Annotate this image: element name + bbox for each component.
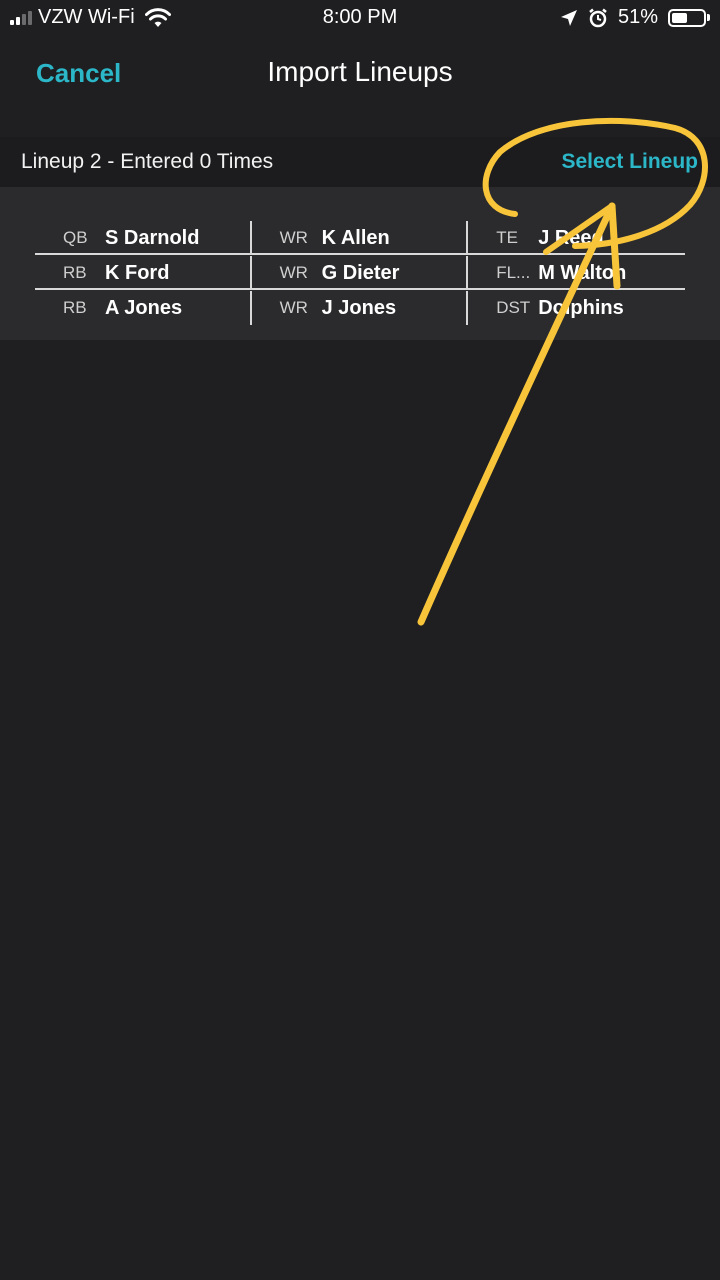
battery-fill <box>672 12 688 23</box>
status-right: 51% <box>560 6 710 29</box>
player-position: QB <box>63 228 88 247</box>
battery-icon <box>668 8 710 27</box>
player-position: RB <box>63 263 87 282</box>
player-position: WR <box>279 298 308 317</box>
lineup-row: QB S Darnold WR K Allen TE J Reed <box>35 221 685 255</box>
player-name: G Dieter <box>321 261 400 284</box>
player-cell: QB S Darnold <box>35 221 252 255</box>
player-name: S Darnold <box>105 226 200 249</box>
player-position: RB <box>63 298 87 317</box>
lineup-card[interactable]: QB S Darnold WR K Allen TE J Reed RB K F… <box>0 187 720 340</box>
status-bar: VZW Wi-Fi 8:00 PM 51% <box>0 0 720 36</box>
player-name: A Jones <box>105 296 183 319</box>
battery-percent: 51% <box>617 6 658 28</box>
player-name: Dolphins <box>538 296 624 319</box>
player-cell: WR J Jones <box>252 291 469 325</box>
player-cell: TE J Reed <box>468 221 685 255</box>
player-name: M Walton <box>538 261 627 284</box>
select-lineup-button[interactable]: Select Lineup <box>561 150 698 174</box>
player-cell: RB A Jones <box>35 291 252 325</box>
lineup-title: Lineup 2 - Entered 0 Times <box>21 150 274 173</box>
nav-bar: Cancel Import Lineups <box>0 36 720 114</box>
player-name: K Ford <box>105 261 170 284</box>
player-position: WR <box>279 228 308 247</box>
player-position: FL... <box>496 263 531 282</box>
location-icon <box>560 9 577 26</box>
player-position: TE <box>496 228 518 247</box>
lineup-row: RB A Jones WR J Jones DST Dolphins <box>35 291 685 325</box>
lineup-header: Lineup 2 - Entered 0 Times Select Lineup <box>0 137 720 187</box>
player-cell: RB K Ford <box>35 256 252 290</box>
alarm-icon <box>589 8 607 27</box>
screen: VZW Wi-Fi 8:00 PM 51% Cancel Import Line… <box>0 0 720 1280</box>
lineup-row: RB K Ford WR G Dieter FL... M Walton <box>35 256 685 290</box>
player-position: WR <box>279 263 308 282</box>
page-title: Import Lineups <box>267 56 453 87</box>
player-position: DST <box>496 298 531 317</box>
lineup-grid: QB S Darnold WR K Allen TE J Reed RB K F… <box>35 221 685 325</box>
player-name: J Reed <box>538 226 604 249</box>
player-cell: WR G Dieter <box>252 256 469 290</box>
player-cell: FL... M Walton <box>468 256 685 290</box>
player-name: K Allen <box>321 226 390 249</box>
player-name: J Jones <box>321 296 397 319</box>
player-cell: WR K Allen <box>252 221 469 255</box>
player-cell: DST Dolphins <box>468 291 685 325</box>
